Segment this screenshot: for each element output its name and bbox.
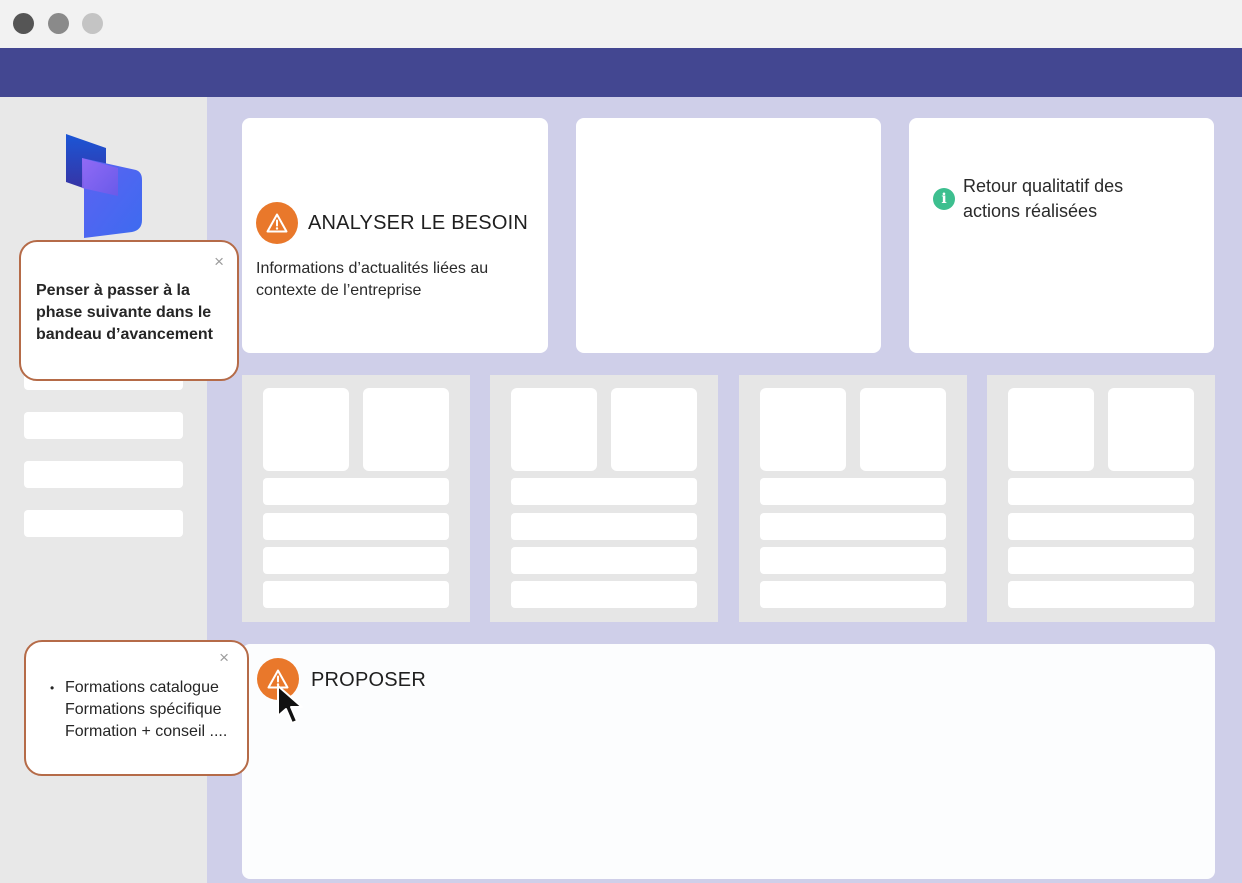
panel-tile[interactable] <box>611 388 697 471</box>
panel-row[interactable] <box>263 547 449 574</box>
list-item: Formation + conseil .... <box>65 723 228 740</box>
panel-row[interactable] <box>263 513 449 540</box>
panel-row[interactable] <box>760 513 946 540</box>
panel-row[interactable] <box>511 581 697 608</box>
panel <box>490 375 718 622</box>
panel-row[interactable] <box>511 547 697 574</box>
panel-tile[interactable] <box>363 388 449 471</box>
warning-icon <box>256 202 298 244</box>
sidebar-item[interactable] <box>24 412 183 439</box>
panel-row[interactable] <box>511 513 697 540</box>
tooltip-formations: × Formations catalogue Formations spécif… <box>24 640 249 776</box>
list-item: Formations catalogue <box>50 677 227 699</box>
panel-row[interactable] <box>760 547 946 574</box>
card-title: PROPOSER <box>311 669 426 691</box>
panel-tile[interactable] <box>511 388 597 471</box>
window-titlebar <box>0 0 1242 48</box>
panel <box>987 375 1215 622</box>
card-note: Retour qualitatif des actions réalisées <box>963 176 1124 221</box>
card-empty[interactable] <box>576 118 881 353</box>
card-retour-qualitatif[interactable]: i Retour qualitatif des actions réalisée… <box>909 118 1214 353</box>
list-item: Formations spécifique <box>65 701 222 718</box>
card-description: Informations d’actualités liées au conte… <box>256 260 489 299</box>
close-icon[interactable]: × <box>214 253 224 270</box>
card-title: ANALYSER LE BESOIN <box>308 212 528 234</box>
window-minimize-button[interactable] <box>48 13 69 34</box>
window-maximize-button[interactable] <box>82 13 103 34</box>
panel-row[interactable] <box>1008 581 1194 608</box>
app-header-bar <box>0 48 1242 97</box>
tooltip-text: Penser à passer à la phase suivante dans… <box>36 282 213 343</box>
dynamics-logo-icon <box>66 134 142 238</box>
panel-tile[interactable] <box>760 388 846 471</box>
close-icon[interactable]: × <box>219 649 229 666</box>
panel-row[interactable] <box>760 478 946 505</box>
panel-row[interactable] <box>511 478 697 505</box>
mouse-pointer-icon <box>277 685 303 724</box>
panel <box>242 375 470 622</box>
panel-row[interactable] <box>1008 513 1194 540</box>
panel-row[interactable] <box>1008 547 1194 574</box>
sidebar-item[interactable] <box>24 461 183 488</box>
panel-tile[interactable] <box>860 388 946 471</box>
panel-row[interactable] <box>263 478 449 505</box>
panel-row[interactable] <box>263 581 449 608</box>
tooltip-phase: × Penser à passer à la phase suivante da… <box>19 240 239 381</box>
info-icon: i <box>933 188 955 210</box>
tooltip-list: Formations catalogue Formations spécifiq… <box>50 677 228 743</box>
panel-tile[interactable] <box>1008 388 1094 471</box>
card-analyser-besoin[interactable]: ANALYSER LE BESOIN Informations d’actual… <box>242 118 548 353</box>
panel-tile[interactable] <box>1108 388 1194 471</box>
sidebar-item[interactable] <box>24 510 183 537</box>
panel-row[interactable] <box>760 581 946 608</box>
panel-row[interactable] <box>1008 478 1194 505</box>
window-close-button[interactable] <box>13 13 34 34</box>
card-proposer[interactable]: PROPOSER <box>242 644 1215 879</box>
panel-tile[interactable] <box>263 388 349 471</box>
panel <box>739 375 967 622</box>
